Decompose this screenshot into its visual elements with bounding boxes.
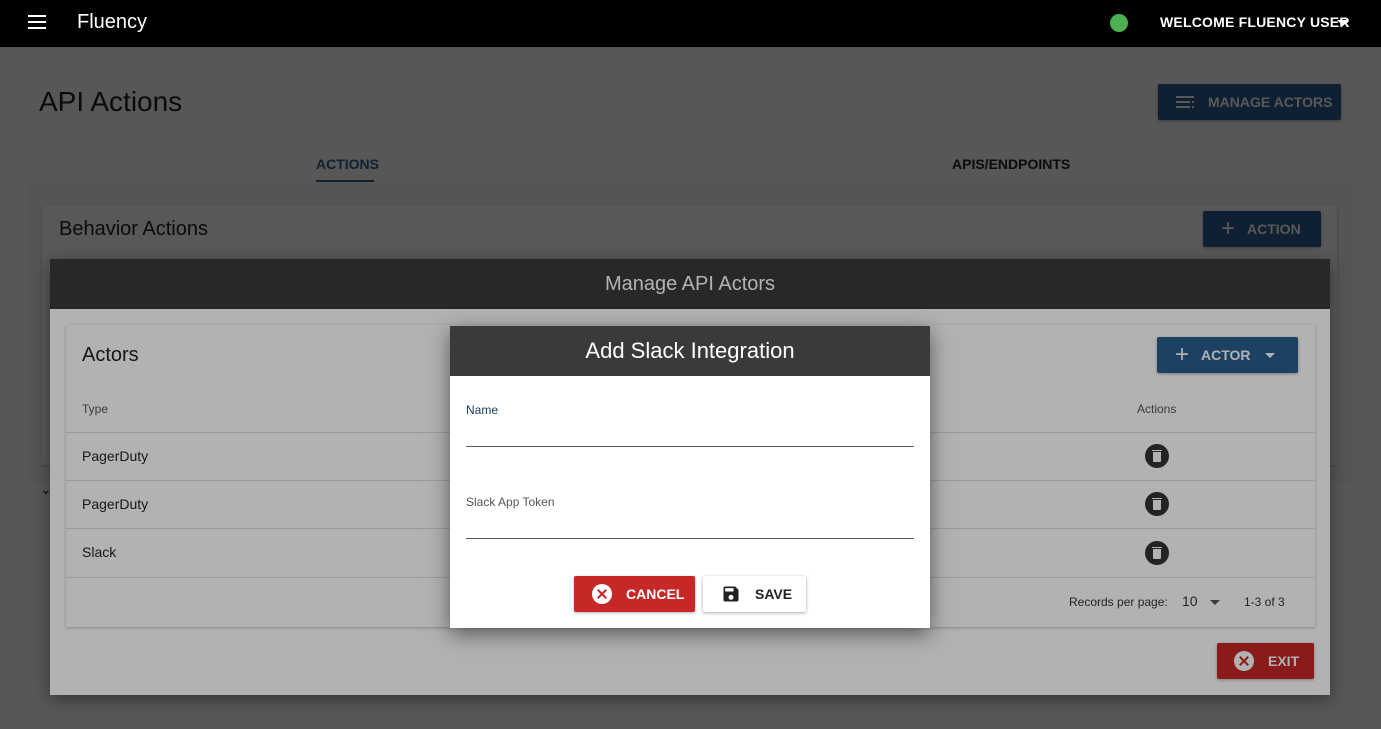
dialog-title: Add Slack Integration xyxy=(450,326,930,376)
slack-token-field[interactable] xyxy=(466,515,914,539)
save-label: SAVE xyxy=(755,586,793,602)
name-field-label: Name xyxy=(466,403,499,417)
save-icon xyxy=(723,586,739,602)
close-circle-icon xyxy=(592,584,612,604)
app-title: Fluency xyxy=(77,11,148,33)
cancel-label: CANCEL xyxy=(626,586,685,602)
user-menu[interactable]: WELCOME FLUENCY USER xyxy=(1160,14,1350,30)
status-dot-icon xyxy=(1110,14,1128,32)
chevron-down-icon[interactable] xyxy=(1337,20,1349,26)
save-button[interactable]: SAVE xyxy=(703,576,806,612)
slack-token-field-label: Slack App Token xyxy=(466,495,555,509)
hamburger-icon[interactable] xyxy=(28,15,46,31)
cancel-button[interactable]: CANCEL xyxy=(574,576,695,612)
name-field[interactable] xyxy=(466,423,914,447)
